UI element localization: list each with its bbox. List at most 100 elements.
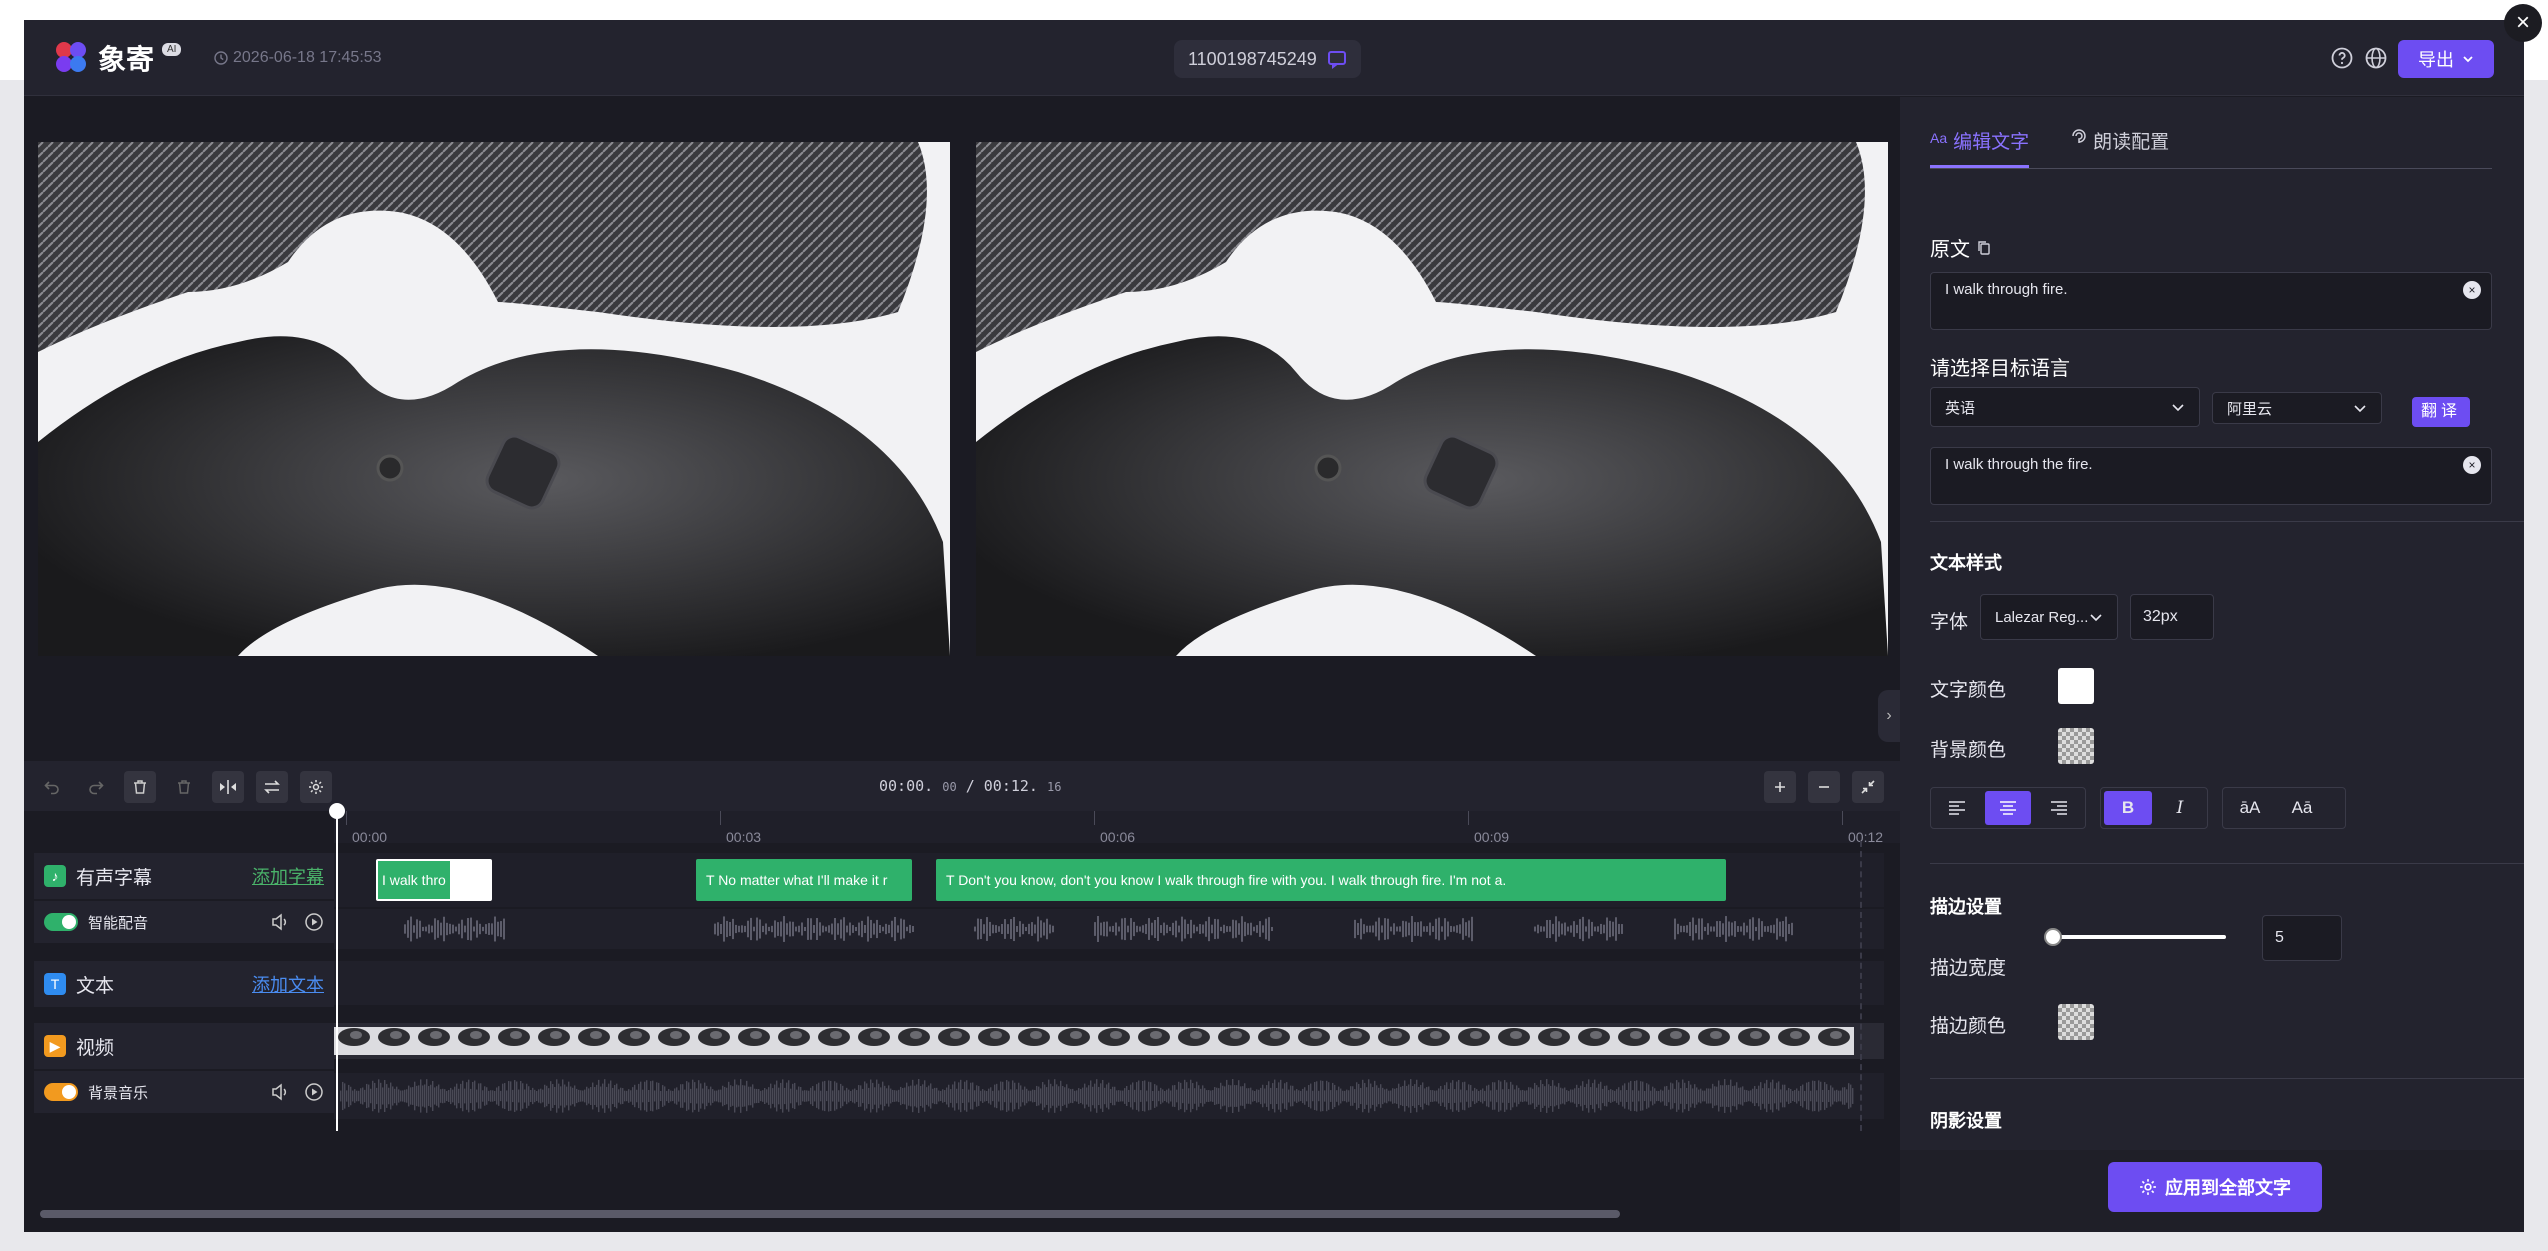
play-circle-icon[interactable] <box>304 912 324 932</box>
voice-waveform-track[interactable] <box>334 909 1884 949</box>
bold-button[interactable]: B <box>2104 791 2152 825</box>
zoom-in-button[interactable] <box>1764 771 1796 803</box>
voice-wave-icon <box>2072 129 2086 143</box>
copy-icon[interactable] <box>1976 240 1992 256</box>
text-track[interactable] <box>334 961 1884 1005</box>
speaker-icon[interactable] <box>270 912 290 932</box>
align-right-button[interactable] <box>2035 791 2082 825</box>
chevron-right-icon: › <box>1886 707 1892 724</box>
voice-subtitle-icon: ♪ <box>44 865 66 887</box>
export-label: 导出 <box>2418 50 2454 70</box>
font-value: Lalezar Reg... <box>1995 608 2089 626</box>
ruler-tick: 00:12 <box>1841 811 1884 845</box>
chevron-down-icon <box>2172 404 2184 412</box>
globe-icon[interactable] <box>2364 46 2388 70</box>
clear-icon[interactable]: × <box>2463 456 2481 474</box>
video-track-label: 视频 <box>76 1037 115 1059</box>
time-total: 00:12. <box>983 777 1038 795</box>
time-ruler[interactable]: 00:00 00:03 00:06 00:09 00:12 <box>334 811 1900 845</box>
stroke-color-swatch[interactable] <box>2058 1004 2094 1040</box>
align-center-button[interactable] <box>1984 791 2032 825</box>
delete-button[interactable] <box>124 771 156 803</box>
logo: 象寄 AI <box>54 38 182 78</box>
font-family-select[interactable]: Lalezar Reg... <box>1980 594 2118 640</box>
voice-track-label: 智能配音 <box>88 914 149 932</box>
divider <box>1930 863 2524 864</box>
edit-note-icon[interactable] <box>1327 49 1347 69</box>
timeline: 00:00 00:03 00:06 00:09 00:12 ♪ 有声字幕 添加字… <box>24 803 1900 1232</box>
panel-tabs: Aa 编辑文字 朗读配置 <box>1930 127 2492 169</box>
compress-icon <box>1861 780 1875 794</box>
music-waveform-track[interactable] <box>334 1073 1884 1119</box>
subtitle-clip-text: I walk thro <box>378 861 450 899</box>
tab-edit-text[interactable]: Aa 编辑文字 <box>1930 127 2030 168</box>
align-group <box>1930 787 2086 829</box>
target-language-select[interactable]: 英语 <box>1930 387 2200 427</box>
stroke-width-input[interactable]: 5 <box>2262 915 2342 961</box>
panel-collapse-tab[interactable]: › <box>1878 690 1900 742</box>
subtitle-clip[interactable]: T No matter what I'll make it r <box>696 859 912 901</box>
job-id-chip[interactable]: 1100198745249 <box>1174 40 1361 78</box>
subtitle-clip-selected[interactable]: I walk thro <box>376 859 492 901</box>
timeline-scrollbar[interactable] <box>40 1210 1620 1218</box>
split-button[interactable] <box>212 771 244 803</box>
apply-all-label: 应用到全部文字 <box>2165 1178 2291 1198</box>
text-color-swatch[interactable] <box>2058 668 2094 704</box>
translated-text-field[interactable]: I walk through the fire. × <box>1930 447 2492 505</box>
save-timestamp: 2026-06-18 17:45:53 <box>214 49 382 67</box>
job-id-text: 1100198745249 <box>1188 48 1317 69</box>
playhead[interactable] <box>329 803 345 1131</box>
help-icon[interactable] <box>2330 46 2354 70</box>
gear-icon <box>309 780 323 794</box>
zoom-out-button[interactable] <box>1808 771 1840 803</box>
voice-toggle[interactable] <box>44 913 78 931</box>
close-overlay-button[interactable]: × <box>2504 4 2542 42</box>
add-subtitle-link[interactable]: 添加字幕 <box>252 863 324 889</box>
logo-text: 象寄 <box>98 43 155 76</box>
translate-button[interactable]: 翻译 <box>2412 397 2470 427</box>
export-button[interactable]: 导出 <box>2398 40 2494 78</box>
play-circle-icon[interactable] <box>304 1082 324 1102</box>
font-size-input[interactable]: 32px <box>2130 594 2214 640</box>
clear-icon[interactable]: × <box>2463 281 2481 299</box>
delete-all-button[interactable] <box>168 771 200 803</box>
bg-color-swatch[interactable] <box>2058 728 2094 764</box>
logo-icon <box>54 40 90 76</box>
target-language-heading: 请选择目标语言 <box>1930 358 2070 380</box>
speaker-icon[interactable] <box>270 1082 290 1102</box>
original-text-field[interactable]: I walk through fire. × <box>1930 272 2492 330</box>
subtitle-clip[interactable]: T Don't you know, don't you know I walk … <box>936 859 1726 901</box>
stroke-width-slider-handle[interactable] <box>2044 928 2062 946</box>
translated-video-frame[interactable] <box>976 142 1888 656</box>
stroke-width-label: 描边宽度 <box>1930 958 2007 979</box>
redo-button[interactable] <box>80 771 112 803</box>
apply-all-button[interactable]: 应用到全部文字 <box>2108 1162 2322 1212</box>
case-group: āA Aā <box>2222 787 2346 829</box>
stroke-width-slider[interactable] <box>2046 935 2226 939</box>
apply-bar: 应用到全部文字 <box>1900 1150 2524 1232</box>
music-toggle[interactable] <box>44 1083 78 1101</box>
align-left-icon <box>1949 801 1966 815</box>
uppercase-button[interactable]: āA <box>2226 791 2274 825</box>
text-track-label: 文本 <box>76 975 115 997</box>
header: 象寄 AI 2026-06-18 17:45:53 1100198745249 … <box>24 20 2524 96</box>
translation-engine-select[interactable]: 阿里云 <box>2212 392 2382 424</box>
settings-button[interactable] <box>300 771 332 803</box>
video-track[interactable] <box>334 1023 1884 1059</box>
original-text-value: I walk through fire. <box>1945 281 2068 298</box>
fit-timeline-button[interactable] <box>1852 771 1884 803</box>
tab-read-config[interactable]: 朗读配置 <box>2069 127 2169 168</box>
text-edit-panel: Aa 编辑文字 朗读配置 原文 I walk through fire. × 请… <box>1900 97 2524 1232</box>
add-text-link[interactable]: 添加文本 <box>252 971 324 997</box>
video-track-header: ▶ 视频 <box>34 1023 334 1069</box>
titlecase-button[interactable]: Aā <box>2278 791 2326 825</box>
original-video-frame[interactable] <box>38 142 950 656</box>
swap-button[interactable] <box>256 771 288 803</box>
undo-button[interactable] <box>36 771 68 803</box>
italic-button[interactable]: I <box>2156 791 2204 825</box>
subtitle-track[interactable]: I walk thro T No matter what I'll make i… <box>334 853 1884 907</box>
stroke-color-label: 描边颜色 <box>1930 1016 2007 1037</box>
align-left-button[interactable] <box>1934 791 1981 825</box>
video-track-icon: ▶ <box>44 1035 66 1057</box>
text-aa-icon: Aa <box>1930 130 1948 146</box>
